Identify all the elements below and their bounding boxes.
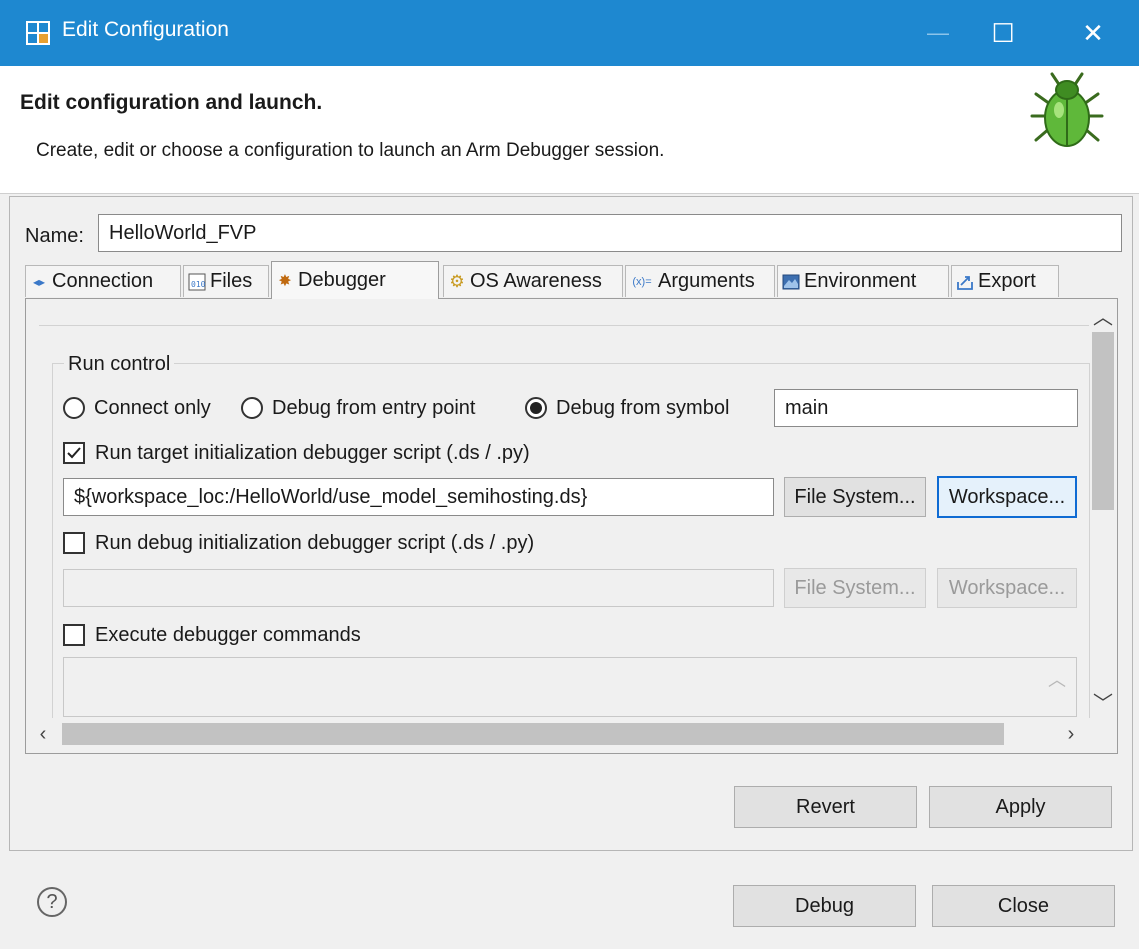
tab-label: OS Awareness: [470, 270, 602, 292]
tab-files[interactable]: 010 Files: [183, 265, 269, 297]
tab-strip: ◂▸ Connection 010 Files ✸ Debugger ⚙ OS …: [25, 261, 1118, 299]
export-icon: [956, 273, 974, 291]
run-target-init-script-checkbox[interactable]: [63, 442, 85, 464]
header-title: Edit configuration and launch.: [20, 91, 323, 114]
run-debug-init-script-checkbox[interactable]: [63, 532, 85, 554]
target-script-file-system-button[interactable]: File System...: [784, 477, 926, 517]
tab-label: Environment: [804, 270, 917, 292]
tab-label: Export: [978, 270, 1036, 292]
run-control-label: Run control: [64, 353, 175, 376]
name-label: Name:: [25, 225, 84, 247]
execute-debugger-commands-label: Execute debugger commands: [95, 624, 361, 646]
vertical-scroll-thumb[interactable]: [1092, 332, 1114, 510]
target-init-script-path-input[interactable]: [63, 478, 774, 516]
debugger-bug-banner-icon: [1030, 72, 1104, 147]
revert-button[interactable]: Revert: [734, 786, 917, 828]
radio-debug-from-entry-point[interactable]: [241, 397, 263, 419]
os-awareness-gear-icon: ⚙: [449, 271, 465, 291]
scroll-left-icon[interactable]: ‹: [32, 720, 54, 748]
run-target-init-script-label: Run target initialization debugger scrip…: [95, 442, 530, 464]
tab-label: Connection: [52, 270, 154, 292]
scroll-right-icon[interactable]: ›: [1060, 720, 1082, 748]
tab-export[interactable]: Export: [951, 265, 1059, 297]
maximize-icon: ☐: [991, 17, 1015, 48]
header-description: Create, edit or choose a configuration t…: [36, 140, 665, 161]
radio-debug-from-symbol-label: Debug from symbol: [556, 397, 730, 419]
maximize-button[interactable]: ☐: [968, 0, 1038, 66]
svg-text:010: 010: [191, 280, 206, 289]
tab-debugger[interactable]: ✸ Debugger: [271, 261, 439, 299]
minimize-icon: —: [927, 20, 949, 45]
radio-debug-from-entry-point-label: Debug from entry point: [272, 397, 476, 419]
tab-connection[interactable]: ◂▸ Connection: [25, 265, 181, 297]
name-input[interactable]: [98, 214, 1122, 252]
scroll-up-icon[interactable]: ︿: [1092, 301, 1114, 329]
apply-button[interactable]: Apply: [929, 786, 1112, 828]
minimize-button[interactable]: —: [903, 0, 973, 66]
files-icon: 010: [188, 273, 206, 291]
run-debug-init-script-label: Run debug initialization debugger script…: [95, 532, 535, 554]
tab-environment[interactable]: Environment: [777, 265, 949, 297]
checkmark-icon: [67, 447, 81, 459]
connection-icon: ◂▸: [32, 274, 46, 289]
target-script-workspace-button[interactable]: Workspace...: [937, 476, 1077, 518]
debugger-bug-icon: ✸: [278, 272, 292, 290]
close-button[interactable]: Close: [932, 885, 1115, 927]
tab-label: Files: [210, 270, 253, 292]
debug-script-file-system-button[interactable]: File System...: [784, 568, 926, 608]
vertical-scrollbar[interactable]: ︿ ﹀: [1090, 299, 1117, 718]
close-icon: ✕: [1082, 17, 1104, 48]
radio-debug-from-symbol[interactable]: [525, 397, 547, 419]
horizontal-scroll-thumb[interactable]: [62, 723, 1004, 745]
scroll-down-icon[interactable]: ﹀: [1092, 687, 1114, 715]
horizontal-scrollbar[interactable]: ‹ ›: [26, 718, 1090, 750]
execute-debugger-commands-checkbox[interactable]: [63, 624, 85, 646]
tab-os-awareness[interactable]: ⚙ OS Awareness: [443, 265, 623, 297]
tab-arguments[interactable]: (x)= Arguments: [625, 265, 775, 297]
textarea-scroll-up-icon[interactable]: ︿: [1048, 666, 1066, 692]
dialog-header: Edit configuration and launch. Create, e…: [0, 66, 1139, 194]
title-bar: Edit Configuration — ☐ ✕: [0, 0, 1139, 66]
tab-label: Arguments: [658, 270, 755, 292]
help-icon[interactable]: ?: [37, 887, 67, 917]
symbol-input[interactable]: [774, 389, 1078, 427]
app-configuration-icon: [26, 21, 50, 45]
debugger-commands-textarea[interactable]: ︿: [63, 657, 1077, 717]
radio-connect-only[interactable]: [63, 397, 85, 419]
window-title: Edit Configuration: [62, 18, 229, 41]
close-window-button[interactable]: ✕: [1058, 0, 1128, 66]
debug-init-script-path-input[interactable]: [63, 569, 774, 607]
debug-script-workspace-button[interactable]: Workspace...: [937, 568, 1077, 608]
radio-connect-only-label: Connect only: [94, 397, 211, 419]
tab-label: Debugger: [298, 269, 386, 291]
arguments-icon: (x)=: [632, 275, 652, 288]
debug-button[interactable]: Debug: [733, 885, 916, 927]
radio-selected-dot: [530, 402, 542, 414]
panel-divider: [39, 325, 1089, 326]
environment-icon: [782, 273, 800, 291]
